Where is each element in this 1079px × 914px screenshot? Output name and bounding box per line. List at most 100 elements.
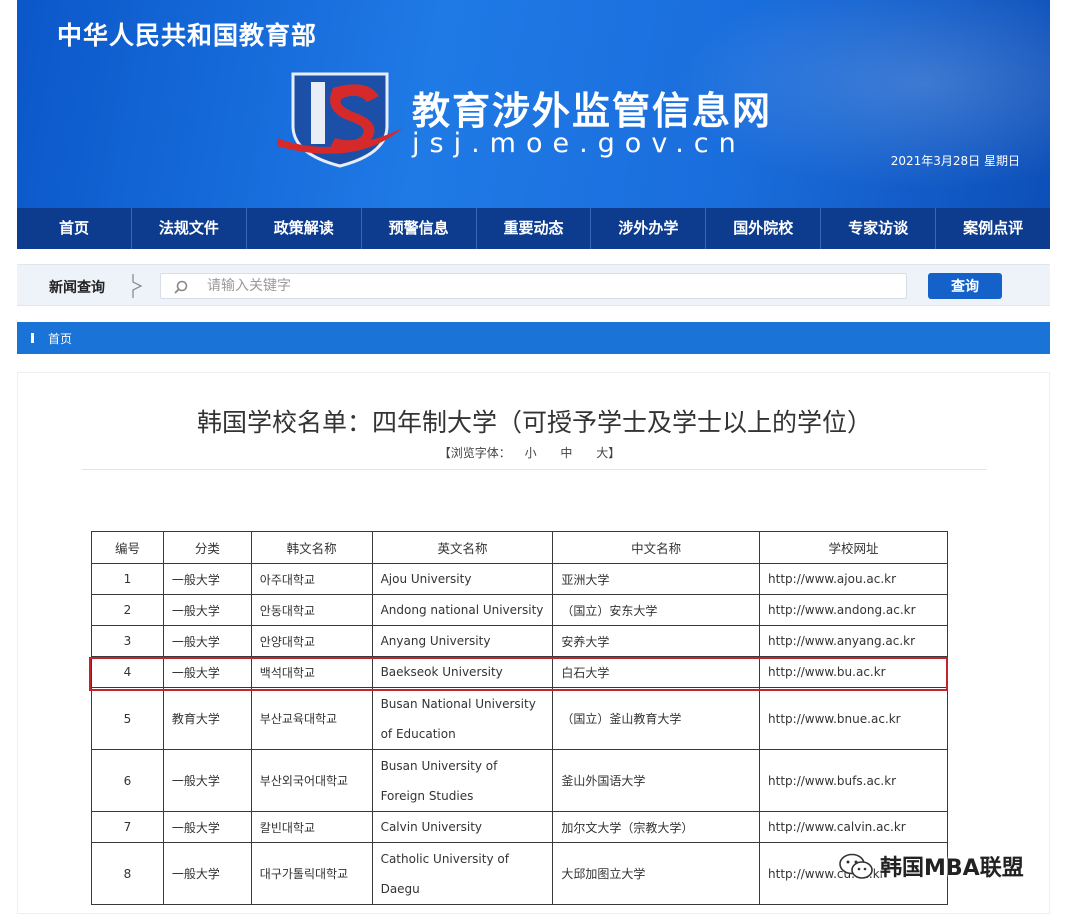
chevron-right-icon (132, 274, 143, 298)
column-header: 英文名称 (371, 531, 554, 564)
cell-category: 一般大学 (162, 842, 252, 905)
nav-foreign-education[interactable]: 涉外办学 (591, 208, 707, 249)
table-row: 8 一般大学 대구가톨릭대학교 Catholic University of D… (91, 842, 948, 905)
news-search-bar: 新闻查询 查询 (17, 264, 1050, 306)
site-banner: 中华人民共和国教育部 教育涉外监管信息网 jsj.moe.gov.cn 2021… (17, 0, 1050, 208)
cell-korean-name: 아주대학교 (250, 563, 373, 595)
watermark-text: 韩国MBA联盟 (880, 856, 1024, 881)
nav-foreign-schools[interactable]: 国外院校 (706, 208, 822, 249)
table-row: 6 一般大学 부산외국어대학교 Busan University of Fore… (91, 749, 948, 812)
cell-category: 一般大学 (162, 656, 252, 688)
cell-english-name: Calvin University (371, 811, 554, 843)
cell-english-name: Anyang University (371, 625, 554, 657)
school-table: 编号 分类 韩文名称 英文名称 中文名称 学校网址 1 一般大学 아주대학교 A… (91, 531, 948, 905)
cell-english-name: Busan University of Foreign Studies (371, 749, 554, 812)
cell-number: 8 (91, 842, 164, 905)
cell-category: 一般大学 (162, 749, 252, 812)
cell-korean-name: 부산외국어대학교 (250, 749, 373, 812)
cell-chinese-name: （国立）釜山教育大学 (552, 687, 761, 750)
site-logo-icon (277, 72, 403, 168)
cell-english-name: Ajou University (371, 563, 554, 595)
cell-number: 4 (91, 656, 164, 688)
table-row: 1 一般大学 아주대학교 Ajou University 亚洲大学 http:/… (91, 563, 948, 595)
cell-korean-name: 부산교육대학교 (250, 687, 373, 750)
cell-english-name: Baekseok University (371, 656, 554, 688)
title-divider (82, 469, 987, 470)
font-large-link[interactable]: 大】 (596, 446, 620, 460)
cell-korean-name: 칼빈대학교 (250, 811, 373, 843)
main-nav: 首页 法规文件 政策解读 预警信息 重要动态 涉外办学 国外院校 专家访谈 案例… (17, 208, 1050, 249)
search-button[interactable]: 查询 (928, 273, 1002, 299)
cell-number: 2 (91, 594, 164, 626)
watermark: 韩国MBA联盟 (838, 848, 1053, 884)
cell-korean-name: 안양대학교 (250, 625, 373, 657)
nav-warnings[interactable]: 预警信息 (362, 208, 477, 249)
cell-chinese-name: 釜山外国语大学 (552, 749, 761, 812)
nav-policy[interactable]: 政策解读 (247, 208, 362, 249)
article-panel: 韩国学校名单：四年制大学（可授予学士及学士以上的学位） 【浏览字体： 小 中 大… (17, 372, 1050, 914)
cell-category: 一般大学 (162, 625, 252, 657)
search-input[interactable] (207, 276, 897, 296)
cell-website: http://www.anyang.ac.kr (759, 625, 948, 657)
table-row: 2 一般大学 안동대학교 Andong national University … (91, 594, 948, 626)
font-small-link[interactable]: 小 (525, 446, 537, 460)
ministry-name: 中华人民共和国教育部 (57, 21, 318, 50)
search-field (160, 273, 907, 299)
cell-website: http://www.bufs.ac.kr (759, 749, 948, 812)
cell-number: 3 (91, 625, 164, 657)
font-size-selector: 【浏览字体： 小 中 大】 (18, 444, 1051, 461)
cell-chinese-name: 亚洲大学 (552, 563, 761, 595)
table-row: 4 一般大学 백석대학교 Baekseok University 白石大学 ht… (91, 656, 948, 688)
cell-number: 5 (91, 687, 164, 750)
font-size-label: 【浏览字体： (438, 446, 511, 460)
nav-news[interactable]: 重要动态 (477, 208, 592, 249)
current-date: 2021年3月28日 星期日 (890, 154, 1020, 168)
table-header-row: 编号 分类 韩文名称 英文名称 中文名称 学校网址 (91, 531, 948, 564)
cell-website: http://www.bnue.ac.kr (759, 687, 948, 750)
cell-website: http://www.bu.ac.kr (759, 656, 948, 688)
column-header: 中文名称 (552, 531, 761, 564)
cell-category: 一般大学 (162, 811, 252, 843)
site-name: 教育涉外监管信息网 (412, 89, 773, 133)
breadcrumb-marker (31, 333, 34, 343)
search-icon (174, 280, 188, 294)
cell-chinese-name: 安养大学 (552, 625, 761, 657)
column-header: 编号 (91, 531, 164, 564)
cell-website: http://www.calvin.ac.kr (759, 811, 948, 843)
column-header: 学校网址 (759, 531, 948, 564)
site-url: jsj.moe.gov.cn (412, 128, 746, 159)
cell-english-name: Busan National University of Education (371, 687, 554, 750)
cell-english-name: Andong national University (371, 594, 554, 626)
cell-korean-name: 대구가톨릭대학교 (250, 842, 373, 905)
cell-chinese-name: （国立）安东大学 (552, 594, 761, 626)
cell-korean-name: 안동대학교 (250, 594, 373, 626)
cell-number: 1 (91, 563, 164, 595)
nav-home[interactable]: 首页 (17, 208, 132, 249)
cell-chinese-name: 白石大学 (552, 656, 761, 688)
nav-regulations[interactable]: 法规文件 (132, 208, 247, 249)
font-medium-link[interactable]: 中 (560, 446, 572, 460)
article-title: 韩国学校名单：四年制大学（可授予学士及学士以上的学位） (196, 408, 872, 437)
table-row: 3 一般大学 안양대학교 Anyang University 安养大学 http… (91, 625, 948, 657)
cell-category: 一般大学 (162, 563, 252, 595)
nav-interviews[interactable]: 专家访谈 (821, 208, 937, 249)
cell-category: 教育大学 (162, 687, 252, 750)
breadcrumb: 首页 (17, 322, 1050, 354)
cell-number: 6 (91, 749, 164, 812)
cell-number: 7 (91, 811, 164, 843)
cell-website: http://www.andong.ac.kr (759, 594, 948, 626)
column-header: 分类 (162, 531, 252, 564)
cell-website: http://www.ajou.ac.kr (759, 563, 948, 595)
breadcrumb-home-link[interactable]: 首页 (48, 330, 72, 347)
search-label: 新闻查询 (49, 280, 105, 296)
table-row: 5 教育大学 부산교육대학교 Busan National University… (91, 687, 948, 750)
wechat-icon (839, 853, 873, 879)
nav-cases[interactable]: 案例点评 (936, 208, 1050, 249)
cell-chinese-name: 加尔文大学（宗教大学） (552, 811, 761, 843)
cell-chinese-name: 大邱加图立大学 (552, 842, 761, 905)
cell-category: 一般大学 (162, 594, 252, 626)
table-row: 7 一般大学 칼빈대학교 Calvin University 加尔文大学（宗教大… (91, 811, 948, 843)
column-header: 韩文名称 (250, 531, 373, 564)
cell-korean-name: 백석대학교 (250, 656, 373, 688)
cell-english-name: Catholic University of Daegu (371, 842, 554, 905)
